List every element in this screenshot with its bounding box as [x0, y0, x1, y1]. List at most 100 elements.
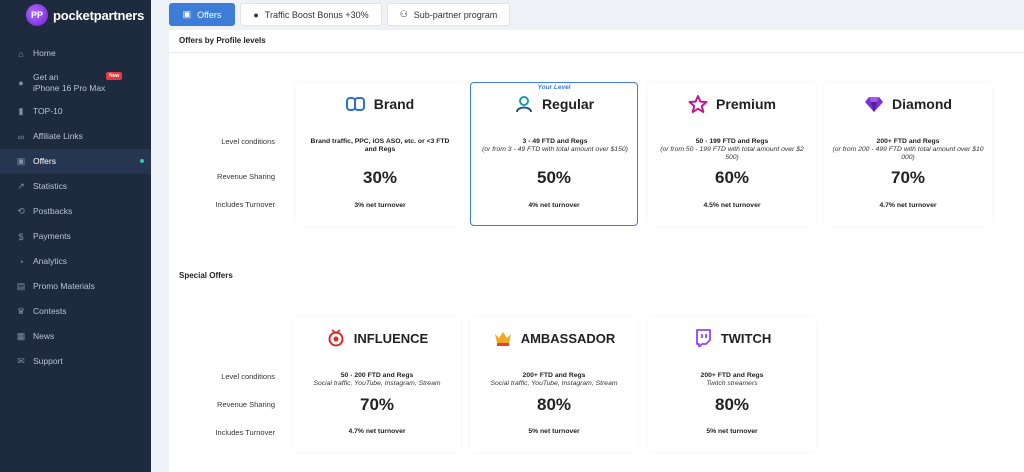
active-indicator	[140, 159, 144, 163]
revenue-share: 80%	[536, 395, 572, 414]
sidebar-item-contests[interactable]: ♛ Contests	[0, 299, 151, 324]
turnover: 3% net turnover	[354, 202, 406, 209]
row-label-conditions: Level conditions	[221, 372, 275, 381]
crown-icon	[493, 328, 513, 348]
link-icon: ∞	[17, 131, 25, 142]
condition-main: 200+ FTD and Regs	[522, 372, 586, 379]
your-level-label: Your Level	[471, 76, 637, 94]
news-icon: ▦	[16, 331, 26, 341]
turnover: 4.7% net turnover	[348, 428, 406, 435]
card-title: INFLUENCE	[353, 330, 429, 346]
condition-main: 200+ FTD and Regs	[876, 138, 940, 145]
section-title-special-offers: Special Offers	[179, 271, 233, 280]
briefcase-icon: ▣	[16, 156, 26, 166]
card-title: Brand	[373, 96, 415, 112]
users-icon: ⚇	[399, 9, 408, 19]
condition-detail: Social traffic, YouTube, Instagram, Stre…	[490, 380, 618, 388]
briefcase-icon: ▣	[182, 9, 192, 19]
statistics-icon: ↗	[17, 181, 25, 191]
level-card-diamond[interactable]: Diamond 200+ FTD and Regs (or from 200 -…	[824, 83, 992, 226]
tab-traffic-boost-bonus[interactable]: ● Traffic Boost Bonus +30%	[240, 3, 382, 26]
tab-label: Sub-partner program	[413, 9, 498, 20]
tab-sub-partner-program[interactable]: ⚇ Sub-partner program	[387, 3, 510, 26]
condition-detail: (or from 200 - 499 FTD with total amount…	[832, 146, 984, 162]
row-label-conditions: Level conditions	[221, 137, 275, 146]
revenue-share: 70%	[890, 168, 926, 187]
sidebar-item-label: Postbacks	[33, 206, 73, 217]
logo[interactable]: PP pocketpartners	[0, 0, 151, 30]
logo-mark-icon: PP	[26, 4, 48, 26]
turnover: 4.7% net turnover	[879, 202, 937, 209]
revenue-share: 50%	[536, 168, 572, 187]
revenue-share: 70%	[359, 395, 395, 414]
turnover: 4.5% net turnover	[703, 202, 761, 209]
sidebar-item-label: Payments	[33, 231, 71, 242]
top-chart-icon: ▮	[18, 106, 24, 116]
level-card-premium[interactable]: Premium 50 - 199 FTD and Regs (or from 5…	[648, 83, 816, 226]
tab-label: Traffic Boost Bonus +30%	[264, 9, 369, 20]
level-card-brand[interactable]: Brand Brand traffic, PPC, iOS ASO, etc. …	[296, 83, 464, 226]
dollar-coin-icon: ●	[253, 9, 259, 20]
sidebar-nav: ⌂ Home ● Get an iPhone 16 Pro Max New ▮ …	[0, 41, 151, 374]
special-card-ambassador[interactable]: AMBASSADOR 200+ FTD and Regs Social traf…	[470, 317, 638, 452]
sidebar-item-offers[interactable]: ▣ Offers	[0, 149, 151, 174]
condition-main: Brand traffic, PPC, iOS ASO, etc. or <3 …	[310, 138, 450, 154]
row-label-turnover: Includes Turnover	[215, 200, 275, 209]
sidebar-item-support[interactable]: ✉ Support	[0, 349, 151, 374]
sidebar-item-label: News	[33, 331, 55, 342]
special-card-influence[interactable]: INFLUENCE 50 - 200 FTD and Regs Social t…	[293, 317, 461, 452]
sidebar-item-affiliate-links[interactable]: ∞ Affiliate Links	[0, 124, 151, 149]
payments-icon: $	[18, 231, 24, 242]
card-title: AMBASSADOR	[520, 330, 616, 346]
sidebar-item-statistics[interactable]: ↗ Statistics	[0, 174, 151, 199]
offers-panel: Offers by Profile levels Level condition…	[169, 30, 1024, 472]
sidebar-item-label: Offers	[33, 156, 56, 167]
new-badge: New	[106, 72, 123, 80]
sidebar-item-postbacks[interactable]: ⟲ Postbacks	[0, 199, 151, 224]
condition-main: 50 - 200 FTD and Regs	[340, 372, 414, 379]
support-icon: ✉	[17, 356, 25, 366]
sidebar-item-promo-materials[interactable]: ▤ Promo Materials	[0, 274, 151, 299]
sidebar-item-iphone-promo[interactable]: ● Get an iPhone 16 Pro Max New	[0, 66, 151, 99]
brand-icon	[345, 94, 366, 114]
sidebar-item-home[interactable]: ⌂ Home	[0, 41, 151, 66]
twitch-icon	[693, 328, 713, 348]
row-label-revenue: Revenue Sharing	[217, 400, 275, 409]
star-icon	[688, 94, 708, 114]
card-title: Diamond	[892, 96, 952, 112]
card-title: Regular	[541, 96, 595, 112]
revenue-share: 80%	[714, 395, 750, 414]
level-card-regular[interactable]: Your Level Regular 3 - 49 FTD and Regs (…	[470, 82, 638, 226]
sidebar-item-label: Affiliate Links	[33, 131, 83, 142]
row-label-revenue: Revenue Sharing	[217, 172, 275, 181]
sidebar-item-news[interactable]: ▦ News	[0, 324, 151, 349]
apple-icon: ●	[18, 77, 24, 88]
sidebar-item-top-10[interactable]: ▮ TOP-10	[0, 99, 151, 124]
sidebar-item-payments[interactable]: $ Payments	[0, 224, 151, 249]
row-label-turnover: Includes Turnover	[215, 428, 275, 437]
promo-materials-icon: ▤	[16, 281, 26, 291]
turnover: 4% net turnover	[528, 202, 580, 209]
tab-offers[interactable]: ▣ Offers	[169, 3, 235, 26]
turnover: 5% net turnover	[528, 428, 580, 435]
tab-label: Offers	[197, 9, 222, 20]
special-card-twitch[interactable]: TWITCH 200+ FTD and Regs Twitch streamer…	[648, 317, 816, 452]
condition-detail: Twitch streamers	[706, 380, 758, 388]
sidebar-item-label: Statistics	[33, 181, 68, 192]
analytics-icon: ◔	[18, 256, 24, 267]
divider	[169, 52, 1024, 53]
user-icon	[514, 94, 534, 114]
card-title: TWITCH	[720, 330, 772, 346]
influence-icon	[326, 328, 346, 348]
condition-main: 50 - 199 FTD and Regs	[695, 138, 769, 145]
postbacks-icon: ⟲	[17, 206, 25, 216]
revenue-share: 30%	[362, 168, 398, 187]
app-name: pocketpartners	[53, 7, 145, 23]
sidebar-item-label: Home	[33, 48, 56, 59]
sidebar-item-analytics[interactable]: ◔ Analytics	[0, 249, 151, 274]
turnover: 5% net turnover	[706, 428, 758, 435]
offer-tabs: ▣ Offers ● Traffic Boost Bonus +30% ⚇ Su…	[169, 3, 515, 26]
trophy-icon: ♛	[16, 306, 26, 316]
sidebar-item-label: Analytics	[33, 256, 68, 267]
condition-main: 3 - 49 FTD and Regs	[522, 138, 588, 145]
